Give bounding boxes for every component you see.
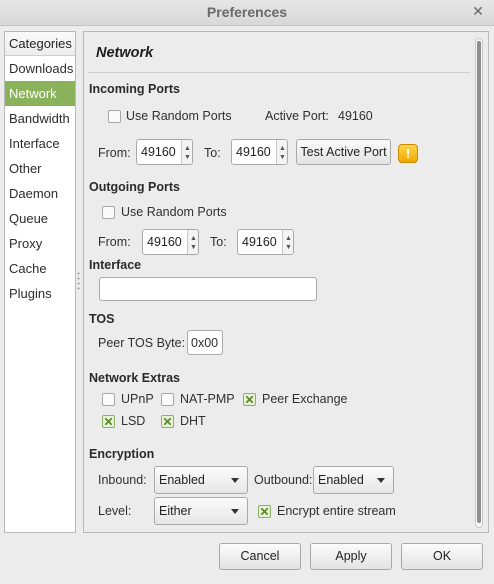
sidebar-item-other[interactable]: Other [5,156,75,181]
sidebar-item-plugins[interactable]: Plugins [5,281,75,306]
encryption-heading: Encryption [89,447,155,461]
level-select-value: Either [159,504,192,518]
outgoing-random-ports-label: Use Random Ports [121,205,227,219]
dht-label: DHT [180,414,206,428]
spinner-arrows-icon[interactable]: ▲ ▼ [276,140,287,164]
incoming-to-spinner[interactable]: 49160 ▲ ▼ [231,139,288,165]
incoming-to-value: 49160 [236,145,271,159]
cancel-button[interactable]: Cancel [219,543,301,570]
incoming-random-ports-checkbox[interactable] [108,110,121,123]
sidebar-item-queue[interactable]: Queue [5,206,75,231]
close-icon[interactable]: ✕ [470,3,486,20]
encrypt-stream-checkbox[interactable] [258,505,271,518]
encrypt-stream-label: Encrypt entire stream [277,504,396,518]
sidebar-item-daemon[interactable]: Daemon [5,181,75,206]
scrollbar-thumb[interactable] [477,41,481,523]
inbound-select[interactable]: Enabled [154,466,248,494]
incoming-ports-heading: Incoming Ports [89,82,180,96]
outbound-select-value: Enabled [318,473,364,487]
sidebar-item-network[interactable]: Network [5,81,75,106]
interface-input[interactable] [99,277,317,301]
level-select[interactable]: Either [154,497,248,525]
peer-exchange-checkbox[interactable] [243,393,256,406]
panel-title: Network [96,45,154,61]
nat-pmp-checkbox[interactable] [161,393,174,406]
vertical-scrollbar[interactable] [475,38,483,528]
network-extras-heading: Network Extras [89,371,181,385]
window-title: Preferences [206,4,288,20]
chevron-down-icon [231,509,239,514]
apply-button[interactable]: Apply [310,543,392,570]
outgoing-random-ports-checkbox[interactable] [102,206,115,219]
upnp-label: UPnP [121,392,154,406]
outgoing-from-spinner[interactable]: 49160 ▲ ▼ [142,229,199,255]
network-panel: Network Incoming Ports Use Random Ports … [83,31,489,533]
incoming-from-value: 49160 [141,145,176,159]
peer-tos-input[interactable]: 0x00 [187,330,223,355]
nat-pmp-label: NAT-PMP [180,392,235,406]
upnp-checkbox[interactable] [102,393,115,406]
outbound-label: Outbound: [254,473,313,487]
incoming-from-label: From: [98,146,131,160]
title-bar: Preferences ✕ [0,0,494,26]
title-separator [88,72,470,73]
ok-button[interactable]: OK [401,543,483,570]
chevron-down-icon [377,478,385,483]
categories-list: Categories Downloads Network Bandwidth I… [4,31,76,533]
outgoing-from-label: From: [98,235,131,249]
incoming-random-ports-label: Use Random Ports [126,109,232,123]
sidebar-item-bandwidth[interactable]: Bandwidth [5,106,75,131]
spinner-arrows-icon[interactable]: ▲ ▼ [181,140,192,164]
peer-tos-value: 0x00 [191,336,219,350]
sidebar-item-cache[interactable]: Cache [5,256,75,281]
peer-tos-label: Peer TOS Byte: [98,336,186,350]
incoming-from-spinner[interactable]: 49160 ▲ ▼ [136,139,193,165]
dht-checkbox[interactable] [161,415,174,428]
pane-resize-handle[interactable] [77,271,80,291]
sidebar-item-interface[interactable]: Interface [5,131,75,156]
sidebar-item-proxy[interactable]: Proxy [5,231,75,256]
sidebar-item-downloads[interactable]: Downloads [5,56,75,81]
spinner-arrows-icon[interactable]: ▲ ▼ [282,230,293,254]
spinner-arrows-icon[interactable]: ▲ ▼ [187,230,198,254]
tos-heading: TOS [89,312,115,326]
lsd-label: LSD [121,414,146,428]
outgoing-to-value: 49160 [242,235,277,249]
active-port-label: Active Port: [265,109,329,123]
active-port-value: 49160 [338,109,373,123]
outgoing-to-label: To: [210,235,227,249]
warning-icon[interactable]: ! [398,144,418,163]
peer-exchange-label: Peer Exchange [262,392,348,406]
outgoing-to-spinner[interactable]: 49160 ▲ ▼ [237,229,294,255]
categories-header[interactable]: Categories [5,32,75,56]
outbound-select[interactable]: Enabled [313,466,394,494]
level-label: Level: [98,504,132,518]
inbound-label: Inbound: [98,473,147,487]
incoming-to-label: To: [204,146,221,160]
lsd-checkbox[interactable] [102,415,115,428]
outgoing-ports-heading: Outgoing Ports [89,180,180,194]
test-active-port-button[interactable]: Test Active Port [296,139,391,165]
outgoing-from-value: 49160 [147,235,182,249]
inbound-select-value: Enabled [159,473,205,487]
chevron-down-icon [231,478,239,483]
interface-heading: Interface [89,258,142,272]
